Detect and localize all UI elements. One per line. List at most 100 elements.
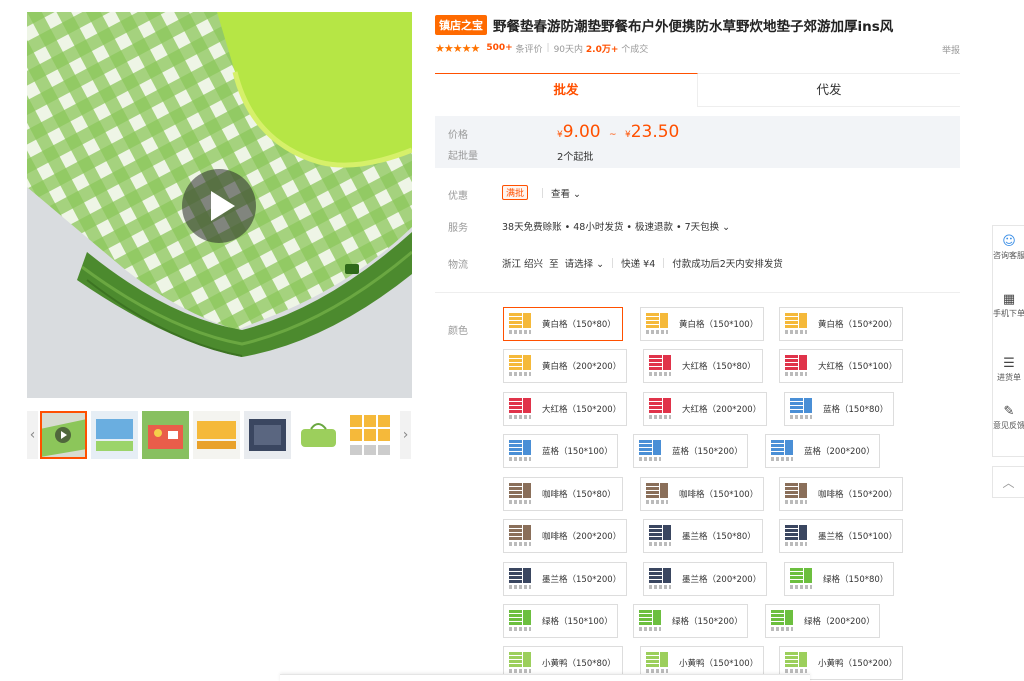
mobile-order-button[interactable]: ▦ 手机下单 (993, 292, 1024, 319)
price-max: 23.50 (630, 122, 680, 142)
cart-button[interactable]: ☰ 进货单 (993, 356, 1024, 383)
sku-swatch-icon (647, 523, 673, 549)
destination-select[interactable]: 请选择 ⌄ (565, 256, 604, 270)
reviews-count[interactable]: 500+ (486, 43, 512, 53)
sales-label: 个成交 (621, 44, 649, 55)
thumbnail-blue-mat[interactable] (91, 411, 138, 459)
thumbnail-video[interactable] (40, 411, 87, 459)
moq-value: 2个起批 (557, 152, 594, 163)
sku-option[interactable]: 绿格（150*200） (633, 604, 748, 638)
thumbs-prev-icon[interactable]: ‹ (27, 411, 38, 459)
price-tilde: ~ (609, 130, 617, 140)
express-fee: 快递 ¥4 (621, 259, 656, 270)
sku-swatch-icon (507, 650, 533, 676)
sku-option[interactable]: 蓝格（150*80） (784, 392, 894, 426)
sku-option[interactable]: 黄白格（150*100） (640, 307, 764, 341)
green-bag-thumb-icon (295, 411, 342, 459)
service-label: 服务 (448, 223, 468, 234)
sku-swatch-icon (788, 396, 814, 422)
sku-swatch-icon (788, 566, 814, 592)
thumbnail-green-bag[interactable] (295, 411, 342, 459)
sku-option-label: 黄白格（150*80） (542, 320, 616, 330)
sku-option[interactable]: 咖啡格（200*200） (503, 519, 627, 553)
sku-option[interactable]: 大红格（150*80） (643, 349, 763, 383)
sku-option-label: 墨兰格（200*200） (682, 575, 762, 585)
edit-icon: ✎ (1003, 404, 1015, 419)
sku-option[interactable]: 墨兰格（150*100） (779, 519, 903, 553)
tab-wholesale[interactable]: 批发 (435, 73, 698, 107)
play-video-button[interactable] (182, 169, 256, 243)
ship-time-note: 付款成功后2天内安排发货 (672, 259, 783, 270)
sku-option[interactable]: 墨兰格（150*200） (503, 562, 627, 596)
sku-option[interactable]: 蓝格（150*200） (633, 434, 748, 468)
divider (542, 187, 544, 198)
sku-swatch-icon (769, 438, 795, 464)
sku-swatch-icon (644, 481, 670, 507)
floating-side-bar: ☺ 咨询客服 ▦ 手机下单 ☰ 进货单 ✎ 意见反馈 (992, 225, 1024, 457)
sku-option[interactable]: 咖啡格（150*80） (503, 477, 623, 511)
thumbnail-yellow-mat[interactable] (193, 411, 240, 459)
sku-option[interactable]: 绿格（150*80） (784, 562, 894, 596)
purchase-tabs: 批发 代发 (435, 73, 960, 107)
sku-option-label: 黄白格（150*100） (679, 320, 759, 330)
sku-option[interactable]: 黄白格（150*80） (503, 307, 623, 341)
sku-swatch-icon (644, 311, 670, 337)
sku-swatch-icon (507, 353, 533, 379)
sku-swatch-icon (647, 566, 673, 592)
sku-option-label: 蓝格（150*200） (672, 447, 743, 457)
sku-option-label: 小黄鸭（150*80） (542, 659, 616, 669)
service-row[interactable]: 38天免费赊账 • 48小时发货 • 极速退款 • 7天包换 ⌄ (502, 219, 730, 233)
sku-option[interactable]: 绿格（150*100） (503, 604, 618, 638)
sku-option[interactable]: 咖啡格（150*200） (779, 477, 903, 511)
logistics-label: 物流 (448, 260, 468, 271)
feedback-button[interactable]: ✎ 意见反馈 (993, 404, 1024, 431)
sku-option[interactable]: 黄白格（200*200） (503, 349, 627, 383)
sku-option-label: 蓝格（150*80） (823, 405, 889, 415)
sku-option[interactable]: 大红格（150*100） (779, 349, 903, 383)
sales-period: 90天内 (553, 44, 584, 55)
thumbnail-color-chart[interactable] (346, 411, 393, 459)
sku-option-label: 蓝格（150*100） (542, 447, 613, 457)
sku-option[interactable]: 蓝格（200*200） (765, 434, 880, 468)
report-link[interactable]: 举报 (942, 43, 960, 56)
sku-swatch-icon (769, 608, 795, 634)
sku-option[interactable]: 大红格（200*200） (643, 392, 767, 426)
sku-swatch-icon (783, 481, 809, 507)
cart-label: 进货单 (997, 373, 1021, 382)
feedback-label: 意见反馈 (993, 421, 1024, 430)
sku-swatch-icon (507, 566, 533, 592)
thumbnail-strip: ‹ › (27, 411, 412, 461)
sku-option[interactable]: 绿格（200*200） (765, 604, 880, 638)
main-product-image[interactable] (27, 12, 412, 398)
sku-option[interactable]: 墨兰格（150*80） (643, 519, 763, 553)
reviews-label: 条评价 (515, 44, 543, 55)
qr-code-icon: ▦ (1002, 292, 1016, 307)
customer-service-button[interactable]: ☺ 咨询客服 (993, 234, 1024, 261)
sku-swatch-icon (647, 353, 673, 379)
sku-option-label: 黄白格（200*200） (542, 362, 622, 372)
discount-view-link[interactable]: 查看 ⌄ (551, 186, 581, 200)
sku-option[interactable]: 蓝格（150*100） (503, 434, 618, 468)
sku-option-label: 绿格（200*200） (804, 617, 875, 627)
sku-option[interactable]: 大红格（150*200） (503, 392, 627, 426)
product-page: ‹ › 镇店之宝 野餐垫春游防潮垫野餐布户外便携防水草野炊地垫子郊游加厚ins风… (0, 0, 1024, 681)
thumbs-next-icon[interactable]: › (400, 411, 411, 459)
sku-option-label: 咖啡格（150*200） (818, 490, 898, 500)
discount-row: 满批 查看 ⌄ (502, 185, 581, 200)
title-row: 镇店之宝 野餐垫春游防潮垫野餐布户外便携防水草野炊地垫子郊游加厚ins风 (435, 14, 893, 36)
back-to-top-icon[interactable]: ︿ (992, 466, 1024, 498)
sku-swatch-icon (507, 523, 533, 549)
sku-option[interactable]: 咖啡格（150*100） (640, 477, 764, 511)
sku-option[interactable]: 黄白格（150*200） (779, 307, 903, 341)
thumbnail-picnic-scene[interactable] (142, 411, 189, 459)
sku-option-label: 小黄鸭（150*100） (679, 659, 759, 669)
sku-swatch-icon (507, 311, 533, 337)
tab-dropship[interactable]: 代发 (698, 73, 960, 107)
sku-option[interactable]: 墨兰格（200*200） (643, 562, 767, 596)
sku-option-label: 墨兰格（150*100） (818, 532, 898, 542)
sales-count: 2.0万+ (585, 44, 619, 55)
sku-swatch-icon (507, 438, 533, 464)
thumbnail-navy-mat[interactable] (244, 411, 291, 459)
price-range: ¥9.00 ~ ¥23.50 (557, 122, 679, 142)
meta-separator: | (546, 43, 550, 53)
